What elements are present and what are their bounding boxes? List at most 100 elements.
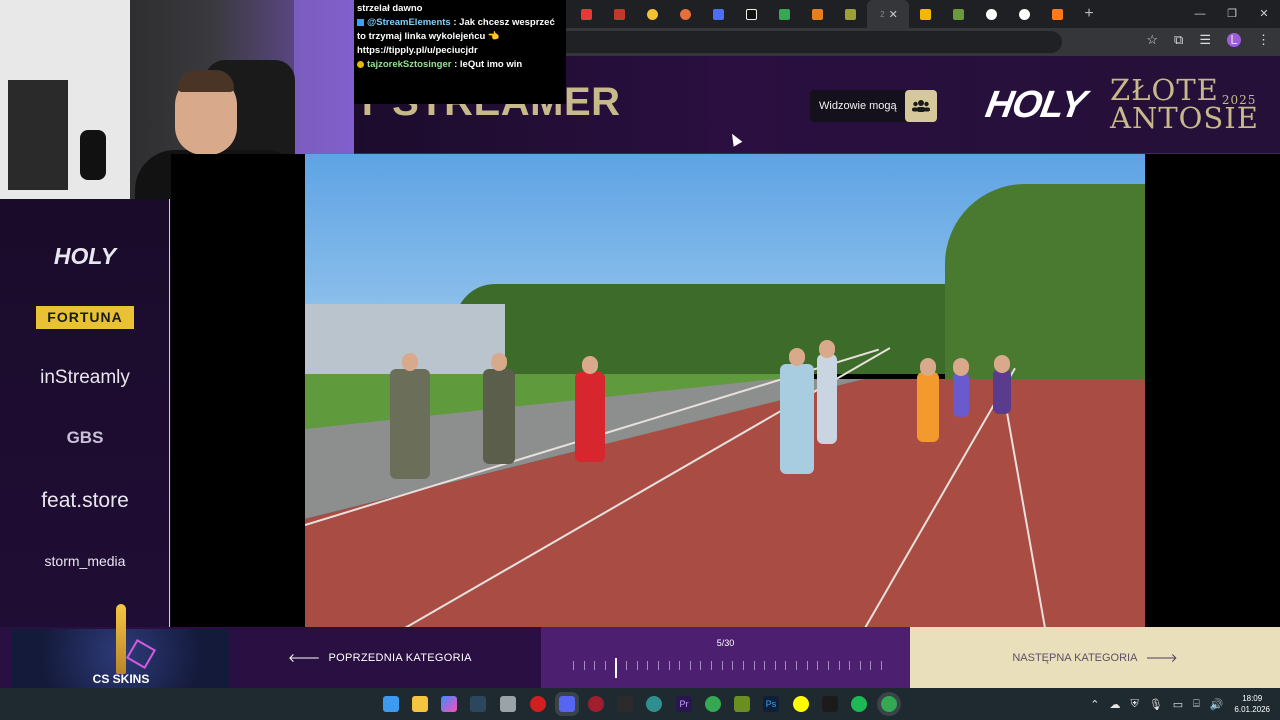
progress-tick xyxy=(700,661,702,670)
sponsor-gbs-logo: GBS xyxy=(66,428,104,447)
progress-tick xyxy=(647,661,649,670)
network-icon[interactable]: ⌸ xyxy=(1193,698,1200,711)
browser-tab[interactable] xyxy=(636,0,669,28)
microphone-icon[interactable]: 🎙 xyxy=(1149,698,1163,711)
event-title-line2: ANTOSIE xyxy=(1110,101,1259,135)
tab-search-icon[interactable]: ☰ xyxy=(1199,32,1211,48)
category-counter: 5/30 xyxy=(716,638,735,648)
cs-skins-promo-banner[interactable]: CS SKINS xyxy=(12,604,230,688)
streamer-hair xyxy=(178,70,234,92)
chat-line: strzelał dawno xyxy=(357,3,423,14)
browser-tab-active[interactable]: 2 ✕ xyxy=(867,0,909,28)
windows-start-icon[interactable] xyxy=(383,696,399,712)
app-icon[interactable] xyxy=(646,696,662,712)
close-window-icon[interactable]: ✕ xyxy=(1248,0,1280,28)
browser-tab[interactable] xyxy=(570,0,603,28)
system-clock[interactable]: 18:09 6.01.2026 xyxy=(1234,693,1270,715)
progress-tick xyxy=(785,661,787,670)
runner xyxy=(780,348,814,474)
viewers-label: Widzowie mogą xyxy=(819,100,897,112)
progress-tick xyxy=(732,661,734,670)
favicon-icon xyxy=(920,8,931,20)
app-icon[interactable] xyxy=(500,696,516,712)
category-progress: 5/30 xyxy=(541,627,910,688)
opera-icon[interactable] xyxy=(530,696,546,712)
zlote-antosie-logo: ZŁOTE 2025 ANTOSIE xyxy=(1110,76,1259,135)
new-tab-icon[interactable]: + xyxy=(1074,5,1104,23)
google-favicon-icon xyxy=(986,8,997,20)
file-explorer-icon[interactable] xyxy=(412,696,428,712)
browser-tab[interactable] xyxy=(942,0,975,28)
previous-category-button[interactable]: 🡐 POPRZEDNIA KATEGORIA xyxy=(288,650,472,665)
bookmark-star-icon[interactable]: ☆ xyxy=(1146,32,1158,48)
youtube-favicon-icon xyxy=(581,8,592,20)
app-icon[interactable] xyxy=(617,696,633,712)
app-icon[interactable] xyxy=(822,696,838,712)
viewers-vote-widget[interactable]: Widzowie mogą xyxy=(810,90,937,122)
screen: 2✕ + — ❐ ✕ ☆ ⧉ ☰ L ⋮ Y STREAMER Widzowie… xyxy=(0,0,1280,720)
browser-tab[interactable] xyxy=(834,0,867,28)
microphone xyxy=(80,130,106,180)
chat-username: @StreamElements xyxy=(367,17,451,28)
cs-skins-label: CS SKINS xyxy=(92,672,150,686)
progress-tick xyxy=(764,661,766,670)
copilot-icon[interactable] xyxy=(441,696,457,712)
browser-tab[interactable] xyxy=(669,0,702,28)
progress-tick xyxy=(668,661,670,670)
progress-tick xyxy=(827,661,829,670)
steam-icon[interactable] xyxy=(470,696,486,712)
sponsors-sidebar: HOLY FORTUNA inStreamly GBS feat.store s… xyxy=(0,199,170,627)
sponsor-storm-media-logo: storm_media xyxy=(44,553,126,569)
discord-icon[interactable] xyxy=(559,696,575,712)
menu-kebab-icon[interactable]: ⋮ xyxy=(1257,32,1270,48)
premiere-pro-icon[interactable]: Pr xyxy=(676,696,692,712)
sponsor-holy-logo: HOLY xyxy=(53,243,117,269)
browser-tab[interactable] xyxy=(801,0,834,28)
previous-category-label: POPRZEDNIA KATEGORIA xyxy=(328,651,472,664)
progress-tick xyxy=(849,661,851,670)
browser-tab[interactable] xyxy=(975,0,1008,28)
volume-icon[interactable]: 🔊 xyxy=(1210,698,1224,711)
extensions-icon[interactable]: ⧉ xyxy=(1174,32,1183,48)
browser-tab[interactable] xyxy=(1008,0,1041,28)
browser-tab[interactable] xyxy=(735,0,768,28)
nominee-video[interactable] xyxy=(305,154,1145,627)
favicon-icon xyxy=(953,8,964,20)
cloud-icon[interactable]: ☁ xyxy=(1109,698,1120,711)
app-icon[interactable] xyxy=(588,696,604,712)
minimize-icon[interactable]: — xyxy=(1184,0,1216,28)
runner xyxy=(390,353,430,479)
close-tab-icon[interactable]: ✕ xyxy=(889,8,898,21)
browser-tab[interactable] xyxy=(1041,0,1074,28)
app-icon[interactable] xyxy=(734,696,750,712)
windows-taskbar: Pr Ps ⌃ ☁ ⛨ 🎙 ▭ ⌸ 🔊 18:09 6.01.2026 xyxy=(0,688,1280,720)
next-category-label: NASTĘPNA KATEGORIA xyxy=(1012,651,1138,664)
chrome-icon[interactable] xyxy=(881,696,897,712)
snapchat-icon[interactable] xyxy=(793,696,809,712)
knife-graphic xyxy=(116,604,126,674)
people-group-icon[interactable] xyxy=(904,90,937,122)
display-icon[interactable]: ▭ xyxy=(1173,698,1183,711)
user-badge-icon xyxy=(357,60,364,68)
photoshop-icon[interactable]: Ps xyxy=(763,696,779,712)
sponsor-instreamly-logo: inStreamly xyxy=(40,367,130,388)
progress-tick xyxy=(604,661,606,670)
chevron-up-icon[interactable]: ⌃ xyxy=(1090,698,1099,711)
progress-tick xyxy=(859,661,861,670)
shield-icon[interactable]: ⛨ xyxy=(1130,698,1138,711)
spotify-icon[interactable] xyxy=(851,696,867,712)
browser-tab[interactable] xyxy=(603,0,636,28)
maximize-icon[interactable]: ❐ xyxy=(1216,0,1248,28)
progress-tick xyxy=(657,661,659,670)
browser-tab[interactable] xyxy=(909,0,942,28)
tiktok-favicon-icon xyxy=(746,8,757,20)
chat-link[interactable]: https://tipply.pl/u/peciucjdr xyxy=(357,44,563,58)
progress-tick xyxy=(796,661,798,670)
profile-avatar-icon[interactable]: L xyxy=(1227,33,1241,47)
sponsor-feat-store-logo: feat.store xyxy=(41,489,129,512)
runner xyxy=(483,353,515,464)
browser-tab[interactable] xyxy=(768,0,801,28)
chrome-icon[interactable] xyxy=(705,696,721,712)
browser-tab[interactable] xyxy=(702,0,735,28)
next-category-button[interactable]: NASTĘPNA KATEGORIA 🡒 xyxy=(910,627,1280,688)
